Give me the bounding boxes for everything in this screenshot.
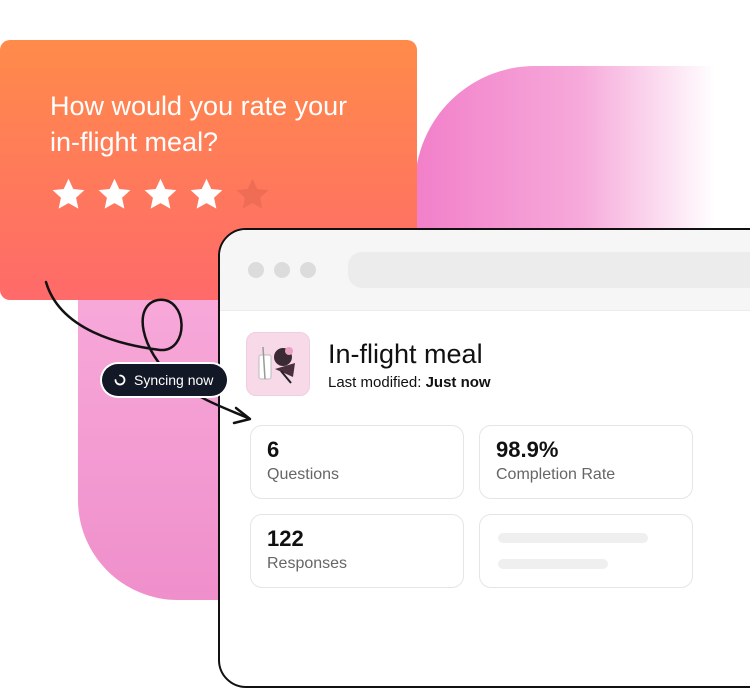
stat-value: 6 bbox=[267, 437, 280, 462]
spinner-icon bbox=[114, 374, 126, 386]
survey-title-block: In-flight meal Last modified: Just now bbox=[328, 338, 491, 391]
sync-label: Syncing now bbox=[134, 372, 214, 388]
window-control-dot[interactable] bbox=[274, 262, 290, 278]
star-rating[interactable] bbox=[50, 176, 417, 213]
background-shape-lower bbox=[78, 300, 228, 600]
last-modified-label: Last modified: bbox=[328, 373, 422, 391]
meal-illustration-icon bbox=[258, 346, 295, 384]
page-title: In-flight meal bbox=[328, 338, 483, 369]
stat-card-questions[interactable]: 6 Questions bbox=[250, 425, 464, 499]
loading-placeholder bbox=[498, 533, 648, 543]
address-bar[interactable] bbox=[348, 252, 750, 288]
stat-value: 122 bbox=[267, 526, 304, 551]
syncing-status-badge: Syncing now bbox=[102, 364, 228, 396]
window-titlebar bbox=[220, 230, 750, 311]
last-modified: Last modified: Just now bbox=[328, 374, 491, 391]
loading-placeholder bbox=[498, 559, 608, 569]
window-control-dot[interactable] bbox=[300, 262, 316, 278]
stat-label: Questions bbox=[267, 466, 340, 483]
app-window: In-flight meal Last modified: Just now 6… bbox=[218, 228, 750, 688]
star-filled-icon[interactable] bbox=[50, 176, 87, 213]
stat-label: Responses bbox=[267, 555, 348, 572]
star-filled-icon[interactable] bbox=[142, 176, 179, 213]
star-filled-icon[interactable] bbox=[188, 176, 225, 213]
stat-label: Completion Rate bbox=[496, 466, 616, 483]
window-control-dot[interactable] bbox=[248, 262, 264, 278]
star-empty-icon[interactable] bbox=[234, 176, 271, 213]
survey-header: In-flight meal Last modified: Just now bbox=[246, 332, 491, 396]
stat-value: 98.9% bbox=[496, 437, 559, 462]
last-modified-value: Just now bbox=[425, 373, 491, 391]
survey-question-text: How would you rate your in-flight meal? bbox=[50, 91, 348, 157]
stat-card-responses[interactable]: 122 Responses bbox=[250, 514, 464, 588]
stat-card-placeholder bbox=[479, 514, 693, 588]
survey-thumbnail-icon bbox=[246, 332, 310, 396]
star-filled-icon[interactable] bbox=[96, 176, 133, 213]
stat-card-completion-rate[interactable]: 98.9% Completion Rate bbox=[479, 425, 693, 499]
